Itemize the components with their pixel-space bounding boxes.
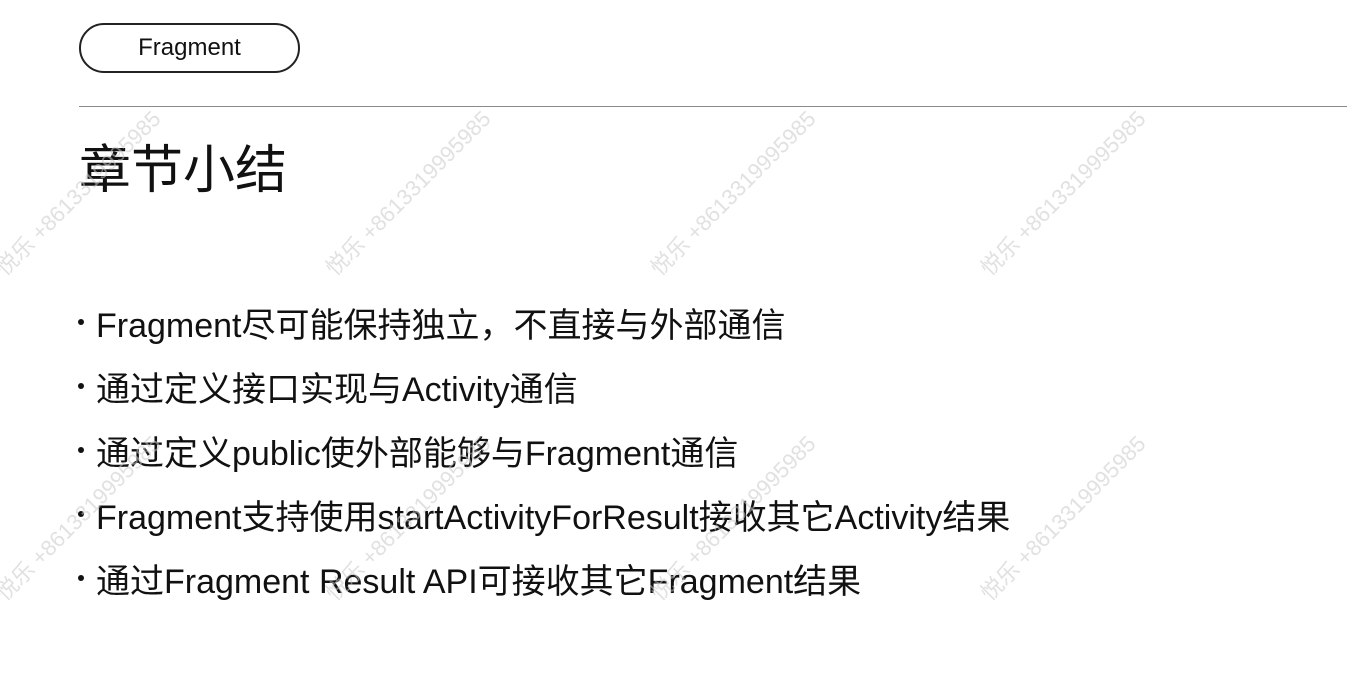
list-item: 通过定义接口实现与Activity通信: [74, 354, 1010, 418]
bullet-icon: [78, 383, 84, 389]
section-tag-label: Fragment: [138, 34, 241, 61]
bullet-icon: [78, 319, 84, 325]
bullet-icon: [78, 575, 84, 581]
list-item: Fragment尽可能保持独立，不直接与外部通信: [74, 290, 1010, 354]
list-item: 通过Fragment Result API可接收其它Fragment结果: [74, 546, 1010, 610]
watermark-text: 悦乐 +8613319995985: [975, 105, 1151, 281]
bullet-icon: [78, 447, 84, 453]
list-item-text: 通过Fragment Result API可接收其它Fragment结果: [96, 562, 862, 601]
summary-list: Fragment尽可能保持独立，不直接与外部通信 通过定义接口实现与Activi…: [74, 290, 1010, 610]
list-item-text: 通过定义接口实现与Activity通信: [96, 370, 578, 409]
watermark-text: 悦乐 +8613319995985: [320, 105, 496, 281]
list-item: Fragment支持使用startActivityForResult接收其它Ac…: [74, 482, 1010, 546]
list-item-text: Fragment尽可能保持独立，不直接与外部通信: [96, 306, 786, 345]
list-item-text: 通过定义public使外部能够与Fragment通信: [96, 434, 739, 473]
bullet-icon: [78, 511, 84, 517]
list-item-text: Fragment支持使用startActivityForResult接收其它Ac…: [96, 498, 1011, 537]
watermark-text: 悦乐 +8613319995985: [645, 105, 821, 281]
section-tag: Fragment: [79, 23, 300, 73]
header-divider: [79, 106, 1347, 107]
list-item: 通过定义public使外部能够与Fragment通信: [74, 418, 1010, 482]
page-title: 章节小结: [79, 142, 288, 200]
